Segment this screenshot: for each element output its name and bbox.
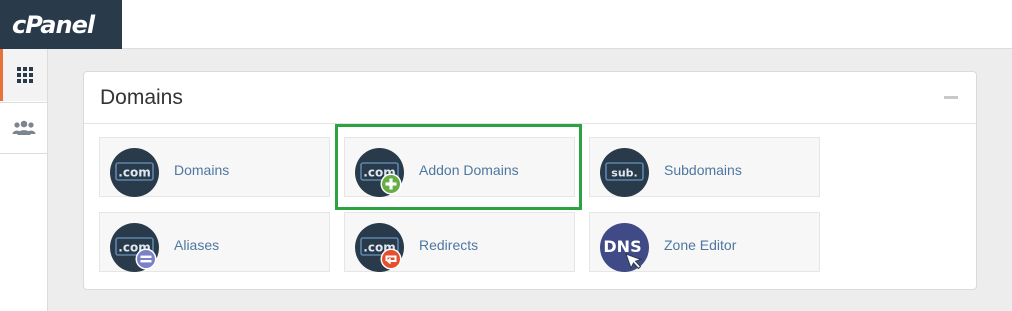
tile-label-addon-domains: Addon Domains [419,162,519,178]
aliases-icon: .com [110,223,159,272]
subdomains-icon: sub. [600,148,649,197]
tile-label-aliases: Aliases [174,237,220,253]
dns-zone-icon: DNS [600,223,649,272]
tile-label-subdomains: Subdomains [664,162,742,178]
sidebar [0,49,48,311]
sidebar-item-tools[interactable] [0,49,47,101]
panel-header: Domains [84,72,976,124]
subdomains-tile[interactable]: sub. Subdomains [589,137,820,197]
sidebar-item-users[interactable] [0,102,47,154]
svg-text:.com: .com [118,166,150,180]
tile-label-redirects: Redirects [419,237,479,253]
dotcom-icon: .com [110,148,159,197]
addon-domains-icon: .com [355,148,404,197]
grid-icon [17,67,33,83]
svg-text:DNS: DNS [603,237,641,256]
panel-title: Domains [100,86,183,109]
tile-label-domains: Domains [174,162,230,178]
redirects-icon: .com [355,223,404,272]
aliases-tile[interactable]: .com Aliases [99,212,330,272]
users-icon [12,120,35,135]
addon-domains-tile[interactable]: .com Addon Domains [344,137,575,197]
domains-panel: Domains .com Domains .com Addon Domains … [83,71,977,290]
cpanel-logo[interactable]: cPanel [0,0,122,49]
svg-text:sub.: sub. [611,167,637,180]
domains-tile[interactable]: .com Domains [99,137,330,197]
collapse-button[interactable] [944,96,958,99]
tile-label-zone-editor: Zone Editor [664,237,737,253]
zone-editor-tile[interactable]: DNS Zone Editor [589,212,820,272]
redirects-tile[interactable]: .com Redirects [344,212,575,272]
top-bar: cPanel [0,0,1012,49]
